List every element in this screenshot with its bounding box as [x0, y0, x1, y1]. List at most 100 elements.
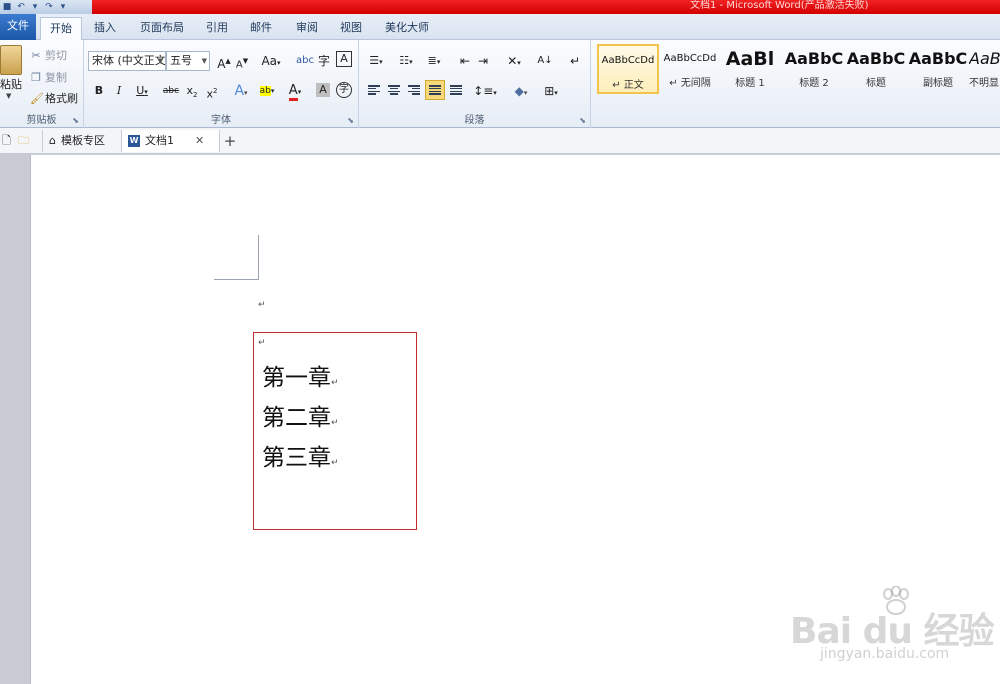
align-right-button[interactable] [405, 81, 423, 99]
font-launcher-icon[interactable]: ⬊ [347, 116, 354, 125]
font-name-value: 宋体 (中文正文 [92, 54, 166, 67]
style-name: 标题 [866, 78, 886, 89]
paragraph-mark: ↵ [258, 338, 266, 348]
change-case-button[interactable]: Aa▾ [260, 51, 282, 71]
chevron-down-icon: ▼ [201, 57, 207, 65]
align-center-button[interactable] [385, 81, 403, 99]
paragraph-launcher-icon[interactable]: ⬊ [579, 116, 586, 125]
superscript-button[interactable]: x2 [204, 81, 220, 101]
tab-references[interactable]: 引用 [200, 17, 234, 40]
undo-icon[interactable]: ↶ [16, 2, 26, 12]
phonetic-guide-icon[interactable]: abc [296, 51, 314, 71]
customize-qat-icon[interactable]: ▾ [58, 2, 68, 12]
font-size-select[interactable]: 五号 ▼ [166, 51, 210, 71]
document-tab-label: 文档1 [145, 134, 174, 147]
strikethrough-button[interactable]: abc [160, 81, 182, 101]
tab-review[interactable]: 审阅 [290, 17, 324, 40]
font-color-button[interactable]: A▾ [284, 81, 306, 101]
enclose-char-icon[interactable]: 字 [316, 51, 332, 71]
shrink-font-button[interactable]: A▼ [234, 51, 250, 71]
tab-insert[interactable]: 插入 [88, 17, 122, 40]
tab-view[interactable]: 视图 [334, 17, 368, 40]
new-document-icon[interactable]: 🗋 [2, 130, 16, 152]
numbering-button[interactable]: ☷▾ [395, 51, 417, 71]
style-sample: AaBbCcDd [601, 55, 655, 66]
copy-icon: ❐ [31, 70, 41, 84]
char-border-icon[interactable]: A [336, 51, 352, 67]
shading-button[interactable]: ◆▾ [509, 81, 533, 101]
tab-file[interactable]: 文件 [0, 14, 36, 40]
distributed-button[interactable] [447, 81, 465, 99]
enclosed-char-icon[interactable]: 字 [336, 82, 352, 98]
paragraph-mark: ↵ [258, 300, 266, 310]
show-marks-button[interactable]: ↵ [567, 51, 583, 71]
line-spacing-button[interactable]: ↕≡▾ [473, 81, 497, 101]
increase-indent-button[interactable]: ⇥ [475, 51, 491, 71]
ribbon-tabs: 文件 开始 插入 页面布局 引用 邮件 审阅 视图 美化大师 [0, 14, 1000, 40]
style-subtle[interactable]: AaBbC 不明显 [969, 44, 1000, 94]
underline-button[interactable]: U▾ [132, 81, 152, 101]
text-box[interactable]: ↵ 第一章↵ 第二章↵ 第三章↵ [253, 332, 417, 530]
styles-gallery: AaBbCcDd ↵ 正文 AaBbCcDd ↵ 无间隔 AaBl 标题 1 A… [591, 40, 1000, 128]
scissors-icon: ✂ [31, 48, 41, 62]
chevron-down-icon: ▼ [157, 57, 163, 65]
paste-button[interactable]: 粘贴 [0, 76, 22, 92]
justify-button[interactable] [425, 80, 445, 100]
clipboard-launcher-icon[interactable]: ⬊ [72, 116, 79, 125]
tab-home[interactable]: 开始 [40, 17, 82, 40]
style-heading-1[interactable]: AaBl 标题 1 [721, 44, 779, 94]
highlight-button[interactable]: ab▾ [256, 81, 278, 101]
paste-icon[interactable] [0, 45, 22, 75]
window-title: 文档1 - Microsoft Word(产品激活失败) [690, 0, 869, 11]
close-icon[interactable]: ✕ [195, 130, 204, 152]
bullets-button[interactable]: ☰▾ [365, 51, 387, 71]
folder-icon[interactable]: 🗀 [18, 130, 29, 152]
char-shading-icon[interactable]: A [316, 83, 330, 97]
chapter-text: 第一章 [262, 365, 331, 391]
style-name: 标题 1 [735, 78, 765, 89]
borders-button[interactable]: ⊞▾ [539, 81, 563, 101]
redo-icon[interactable]: ↷ [44, 2, 54, 12]
paragraph-group-label: 段落 [464, 115, 485, 126]
chapter-line: 第三章↵ [262, 444, 339, 477]
tab-beautify[interactable]: 美化大师 [378, 17, 436, 40]
italic-button[interactable]: I [112, 81, 126, 101]
format-painter-button[interactable]: 🖌 格式刷 [30, 90, 78, 106]
grow-font-button[interactable]: A▲ [216, 51, 232, 71]
document-page[interactable]: ↵ ↵ 第一章↵ 第二章↵ 第三章↵ Bai du 经验 jingyan.bai… [30, 155, 1000, 684]
style-heading-2[interactable]: AaBbC 标题 2 [783, 44, 845, 94]
tab-page-layout[interactable]: 页面布局 [134, 17, 190, 40]
sort-button[interactable]: A↓ [537, 51, 553, 71]
title-bar: ■ ↶ ▾ ↷ ▾ 文档1 - Microsoft Word(产品激活失败) [0, 0, 1000, 14]
paste-dropdown-icon[interactable]: ▼ [6, 92, 11, 100]
style-title[interactable]: AaBbC 标题 [845, 44, 907, 94]
add-tab-icon[interactable]: + [222, 130, 238, 152]
format-painter-label: 格式刷 [45, 92, 78, 105]
tab-mailings[interactable]: 邮件 [244, 17, 278, 40]
text-effects-button[interactable]: A▾ [230, 81, 252, 101]
chinese-layout-button[interactable]: ✕▾ [503, 51, 525, 71]
baidu-watermark: Bai du 经验 jingyan.baidu.com [790, 586, 995, 666]
style-name: 副标题 [923, 78, 953, 89]
home-icon: ⌂ [49, 134, 56, 147]
style-subtitle[interactable]: AaBbC 副标题 [907, 44, 969, 94]
copy-button[interactable]: ❐ 复制 [30, 69, 67, 85]
save-icon[interactable]: ■ [2, 2, 12, 12]
undo-dropdown-icon[interactable]: ▾ [30, 2, 40, 12]
cut-button[interactable]: ✂ 剪切 [30, 47, 67, 63]
subscript-button[interactable]: x2 [184, 81, 200, 101]
tab-template-zone[interactable]: ⌂ 模板专区 [42, 130, 122, 152]
tab-document[interactable]: W 文档1 ✕ [122, 130, 220, 152]
multilevel-list-button[interactable]: ≣▾ [423, 51, 445, 71]
style-name: 标题 2 [799, 78, 829, 89]
quick-access-toolbar: ■ ↶ ▾ ↷ ▾ [0, 0, 92, 14]
style-sample: AaBbC [784, 49, 844, 68]
style-normal[interactable]: AaBbCcDd ↵ 正文 [597, 44, 659, 94]
font-name-select[interactable]: 宋体 (中文正文 ▼ [88, 51, 166, 71]
chapter-line: 第二章↵ [262, 404, 339, 437]
chapter-text: 第三章 [262, 445, 331, 471]
bold-button[interactable]: B [92, 81, 106, 101]
decrease-indent-button[interactable]: ⇤ [457, 51, 473, 71]
style-no-spacing[interactable]: AaBbCcDd ↵ 无间隔 [659, 44, 721, 94]
align-left-button[interactable] [365, 81, 383, 99]
